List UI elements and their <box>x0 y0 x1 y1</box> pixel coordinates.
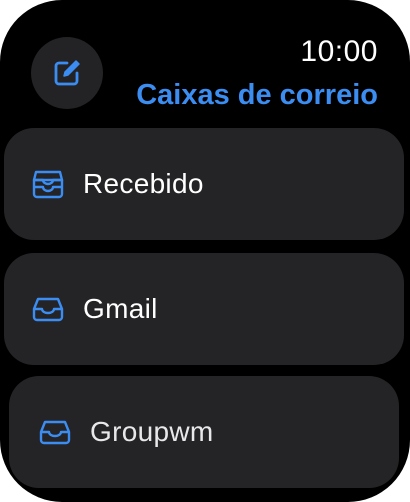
mailbox-label: Gmail <box>83 293 158 324</box>
inbox-tray-icon <box>37 417 73 447</box>
inbox-tray-icon <box>30 294 66 324</box>
mailbox-item-gmail[interactable]: Gmail <box>4 253 404 365</box>
inbox-stack-icon <box>30 169 66 199</box>
status-time: 10:00 <box>300 35 378 68</box>
mailbox-item-recebido[interactable]: Recebido <box>4 128 404 240</box>
page-title: Caixas de correio <box>136 79 378 111</box>
watch-screen: 10:00 Caixas de correio Recebido Gmail G… <box>0 0 410 502</box>
compose-button[interactable] <box>31 37 103 109</box>
mailbox-item-groupwm[interactable]: Groupwm <box>9 376 399 488</box>
compose-icon <box>50 56 84 90</box>
mailbox-label: Recebido <box>83 168 204 199</box>
mailbox-label: Groupwm <box>90 416 214 447</box>
